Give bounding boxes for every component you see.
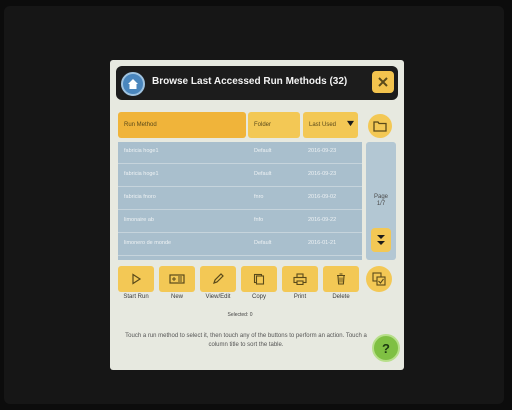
cell-run-method: fabricia hoge1 [124,148,159,154]
selection-count: Selected: 0 [227,312,253,318]
cell-folder: Default [254,148,272,154]
table-row[interactable]: fabricia hoge1 Default 2016-09-23 [118,165,362,187]
page-label: Page [373,194,388,200]
title-bar: Browse Last Accessed Run Methods (32) [116,66,398,100]
table-row[interactable]: fabricia hoge1 Default 2016-09-23 [118,142,362,164]
cell-last-used: 2016-09-02 [308,194,337,200]
help-button[interactable]: ? [372,334,400,362]
table-body: fabricia hoge1 Default 2016-09-23 fabric… [118,142,362,260]
touch-screen: Browse Last Accessed Run Methods (32) Ru… [110,60,404,370]
column-header-label: Run Method [124,122,157,128]
view-edit-button[interactable] [200,266,236,292]
column-header-label: Last Used [309,122,337,128]
folder-icon [373,121,387,132]
print-label: Print [293,294,307,300]
cell-folder: Default [254,171,272,177]
cell-last-used: 2016-01-21 [308,240,337,246]
instructions-text: Touch a run method to select it, then to… [125,333,367,348]
column-header-run-method[interactable]: Run Method [118,112,246,138]
new-method-icon [169,274,185,284]
multi-select-icon [372,272,386,286]
close-button[interactable] [372,71,394,93]
cell-folder: fnfo [254,217,264,223]
table-header: Run Method Folder Last Used [118,112,362,138]
new-button[interactable] [159,266,195,292]
print-button[interactable] [282,266,318,292]
run-methods-table: Run Method Folder Last Used fabricia hog… [118,112,362,262]
cell-last-used: 2016-09-23 [308,171,337,177]
folder-button[interactable] [368,114,392,138]
side-controls: Page 1/7 [366,112,396,262]
pencil-icon [213,273,224,284]
column-header-label: Folder [254,122,272,128]
page-number: 1/7 [376,201,386,207]
multi-select-button[interactable] [366,266,392,292]
close-icon [378,77,388,87]
cell-run-method: limonero de monde [124,240,172,246]
start-run-label: Start Run [123,294,149,300]
home-icon [128,79,138,89]
sort-desc-icon [347,120,354,127]
delete-label: Delete [332,294,350,300]
cell-last-used: 2016-09-22 [308,217,337,223]
column-header-folder[interactable]: Folder [248,112,300,138]
cell-run-method: fabricia hoge1 [124,171,159,177]
home-button[interactable] [121,72,145,96]
printer-icon [293,273,307,285]
question-mark-icon: ? [382,341,390,355]
cell-run-method: fabricia fnoro [124,194,156,200]
column-header-last-used[interactable]: Last Used [303,112,358,138]
copy-label: Copy [251,294,266,300]
table-row[interactable]: limonaire ab fnfo 2016-09-22 [118,211,362,233]
cell-folder: fnro [254,194,264,200]
cell-folder: Default [254,240,272,246]
page-down-button[interactable] [371,228,391,252]
view-edit-label: View/Edit [205,294,231,300]
cell-last-used: 2016-09-23 [308,148,337,154]
delete-button[interactable] [323,266,359,292]
svg-text:?: ? [382,341,390,355]
action-toolbar: Start Run New View/Edit Copy Print Delet… [118,266,362,300]
double-chevron-down-icon [377,235,385,245]
copy-icon [253,273,265,285]
table-row[interactable]: limonero de monde Default 2016-01-21 [118,234,362,256]
page-indicator: Page 1/7 [366,194,396,208]
play-icon [132,273,142,285]
cell-run-method: limonaire ab [124,217,154,223]
new-label: New [170,294,183,300]
trash-icon [337,273,345,285]
start-run-button[interactable] [118,266,154,292]
page-title: Browse Last Accessed Run Methods (32) [152,76,348,87]
pager: Page 1/7 [366,142,396,260]
table-row[interactable]: fabricia fnoro fnro 2016-09-02 [118,188,362,210]
copy-button[interactable] [241,266,277,292]
